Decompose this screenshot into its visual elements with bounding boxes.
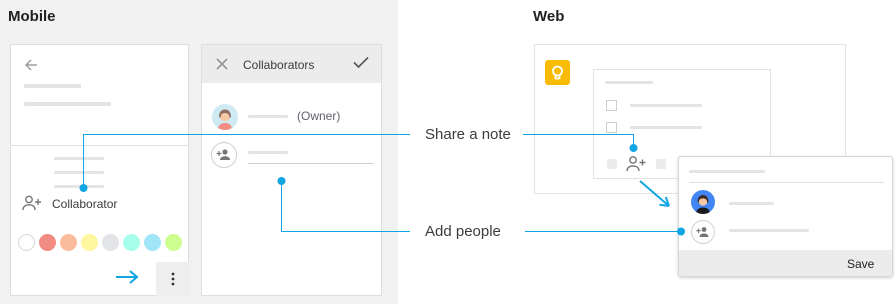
diagonal-arrow-icon	[639, 180, 670, 207]
callout-share-note: Share a note	[425, 126, 511, 143]
add-marker-mobile	[277, 177, 286, 185]
add-connector-mobile	[281, 181, 410, 232]
share-connector-mobile	[83, 134, 410, 188]
share-marker-mobile	[79, 184, 88, 192]
share-marker-web	[629, 144, 638, 152]
share-connector-web	[523, 134, 634, 148]
add-marker-web	[677, 227, 685, 236]
callout-connectors	[79, 134, 685, 236]
callout-add-people: Add people	[425, 223, 501, 240]
